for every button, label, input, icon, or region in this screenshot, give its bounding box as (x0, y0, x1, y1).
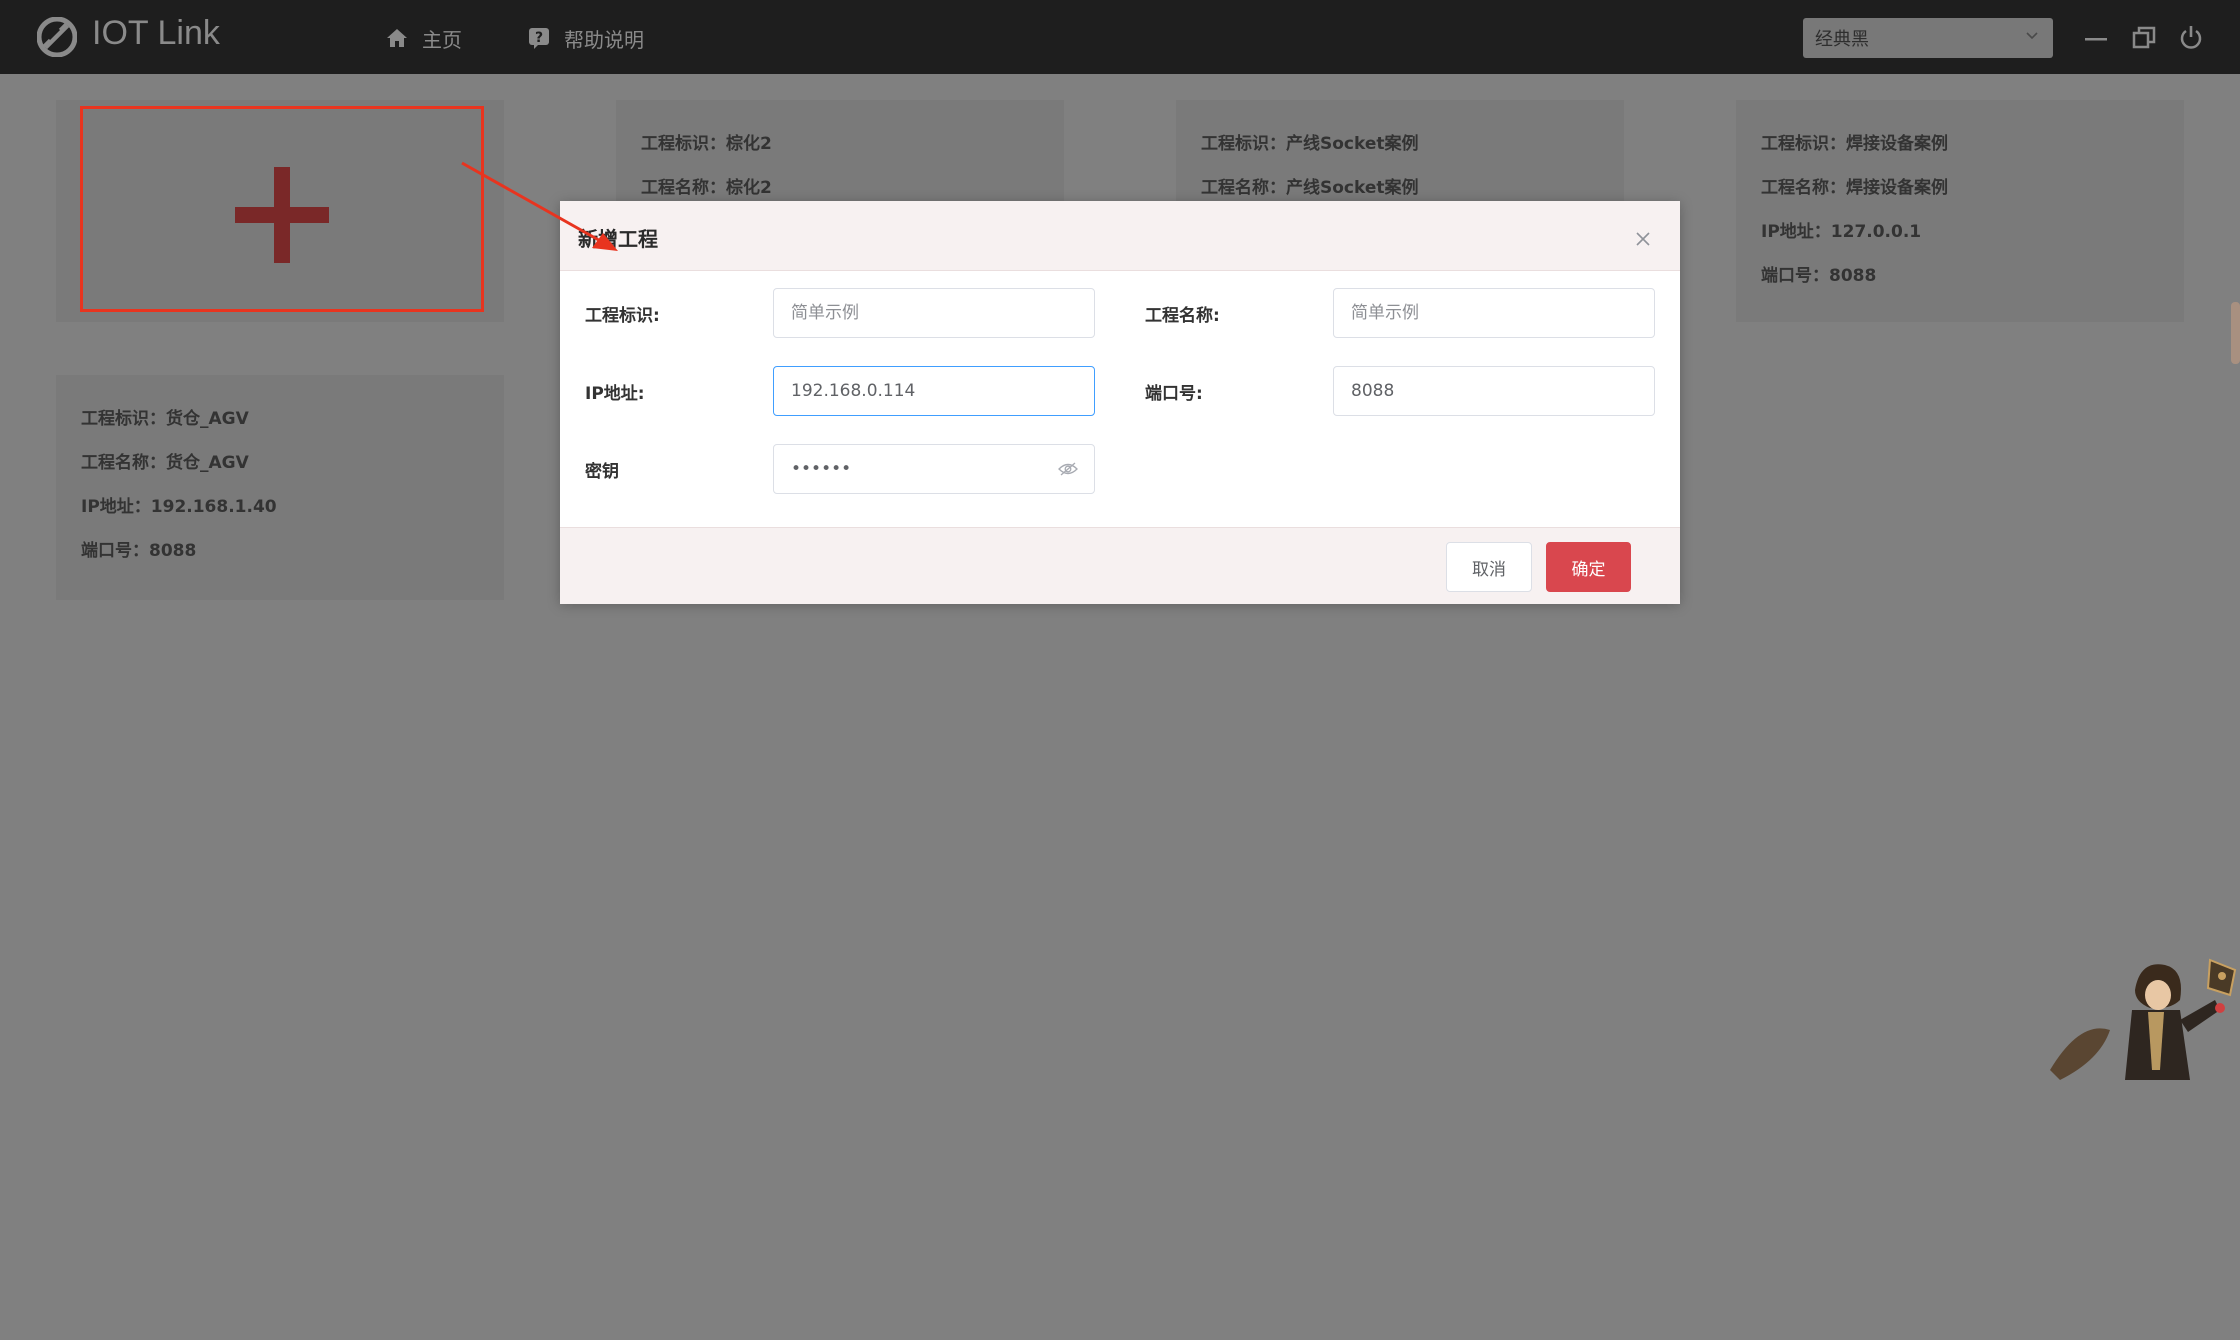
ip-label: IP地址: (585, 384, 645, 404)
secret-label: 密钥 (585, 462, 619, 482)
help-icon: ? (529, 28, 549, 49)
project-id-label: 工程标识: (585, 306, 660, 326)
ip-input[interactable] (773, 366, 1095, 416)
top-bar: IOT Link 主页 ? 帮助说明 经典黑 (0, 0, 2240, 74)
new-project-dialog: 新增工程 工程标识: 工程名称: IP地址: 端口号: 密钥 取消 确定 (560, 201, 1680, 604)
project-id-text: 工程标识：货仓_AGV (81, 409, 249, 429)
project-id-text: 工程标识：棕化2 (641, 134, 772, 154)
nav-help[interactable]: ? 帮助说明 (528, 22, 644, 54)
plus-icon-vertical (274, 167, 290, 263)
add-project-button[interactable] (80, 106, 484, 312)
restore-icon[interactable] (2130, 24, 2158, 52)
nav-help-label: 帮助说明 (564, 27, 644, 52)
dialog-title: 新增工程 (578, 227, 658, 251)
project-port-text: 端口号：8088 (81, 541, 197, 561)
project-name-label: 工程名称: (1145, 306, 1220, 326)
mascot-character-image (2050, 958, 2237, 1080)
chevron-down-icon (2026, 32, 2038, 40)
home-icon (387, 29, 407, 47)
port-label: 端口号: (1145, 384, 1203, 404)
svg-text:?: ? (535, 30, 543, 46)
project-card[interactable]: 工程标识：焊接设备案例 工程名称：焊接设备案例 IP地址：127.0.0.1 端… (1736, 100, 2184, 322)
project-id-text: 工程标识：产线Socket案例 (1201, 134, 1419, 154)
confirm-button[interactable]: 确定 (1546, 542, 1631, 592)
power-icon[interactable] (2177, 24, 2205, 52)
project-ip-text: IP地址：127.0.0.1 (1761, 222, 1922, 242)
close-icon[interactable] (1635, 231, 1651, 247)
nav-home[interactable]: 主页 (386, 22, 462, 54)
project-card[interactable]: 工程标识：货仓_AGV 工程名称：货仓_AGV IP地址：192.168.1.4… (56, 375, 504, 600)
eye-off-icon[interactable] (1058, 462, 1078, 476)
project-name-input[interactable] (1333, 288, 1655, 338)
minimize-icon[interactable] (2082, 24, 2110, 52)
secret-input[interactable] (773, 444, 1095, 494)
project-name-text: 工程名称：焊接设备案例 (1761, 178, 1948, 198)
project-port-text: 端口号：8088 (1761, 266, 1877, 286)
theme-select[interactable]: 经典黑 (1803, 18, 2053, 58)
port-input[interactable] (1333, 366, 1655, 416)
iot-logo-icon (37, 17, 77, 57)
project-id-input[interactable] (773, 288, 1095, 338)
app-title: IOT Link (92, 14, 220, 52)
project-name-text: 工程名称：货仓_AGV (81, 453, 249, 473)
dialog-footer: 取消 确定 (560, 527, 1680, 604)
cancel-button[interactable]: 取消 (1446, 542, 1532, 592)
project-id-text: 工程标识：焊接设备案例 (1761, 134, 1948, 154)
theme-select-value: 经典黑 (1815, 29, 1869, 50)
nav-home-label: 主页 (422, 27, 462, 52)
dialog-header: 新增工程 (560, 201, 1680, 271)
project-ip-text: IP地址：192.168.1.40 (81, 497, 277, 517)
scrollbar-thumb[interactable] (2231, 302, 2240, 364)
